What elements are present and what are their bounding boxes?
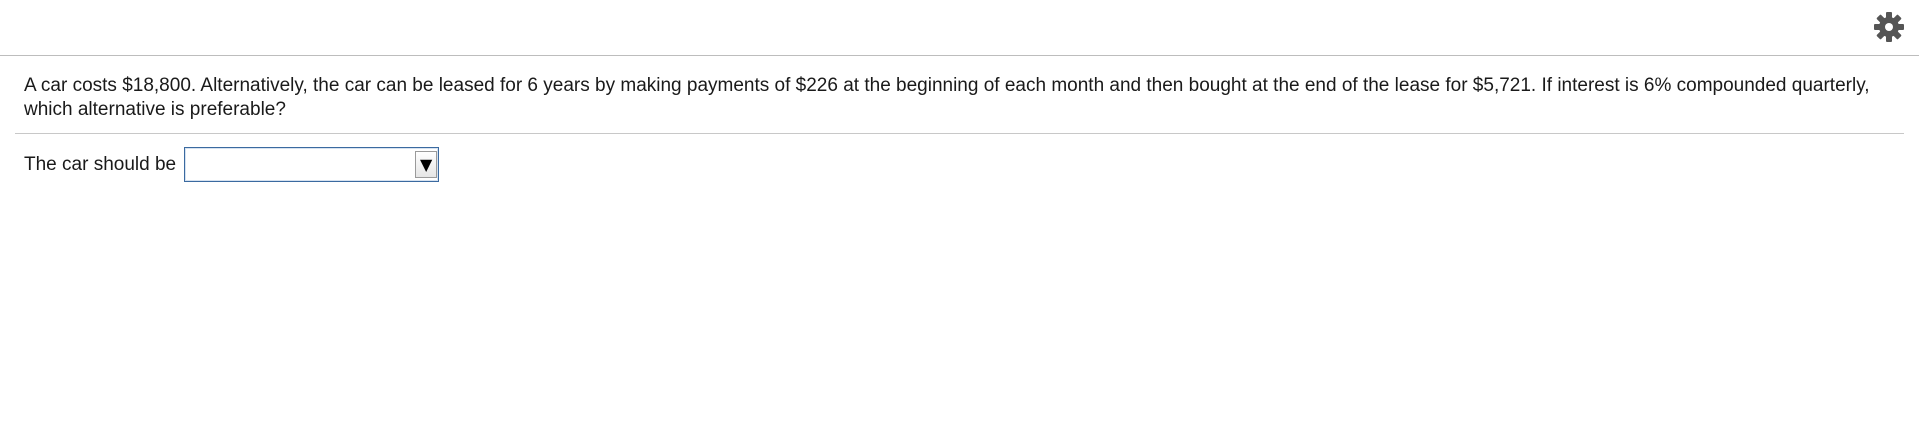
answer-label: The car should be [24, 153, 177, 175]
top-toolbar [0, 0, 1919, 56]
gear-icon[interactable] [1873, 11, 1905, 43]
answer-dropdown[interactable]: ▼ [184, 147, 440, 182]
dropdown-arrow-icon[interactable]: ▼ [415, 151, 438, 178]
answer-row: The car should be ▼ [0, 134, 1919, 182]
question-text: A car costs $18,800. Alternatively, the … [24, 75, 1870, 120]
